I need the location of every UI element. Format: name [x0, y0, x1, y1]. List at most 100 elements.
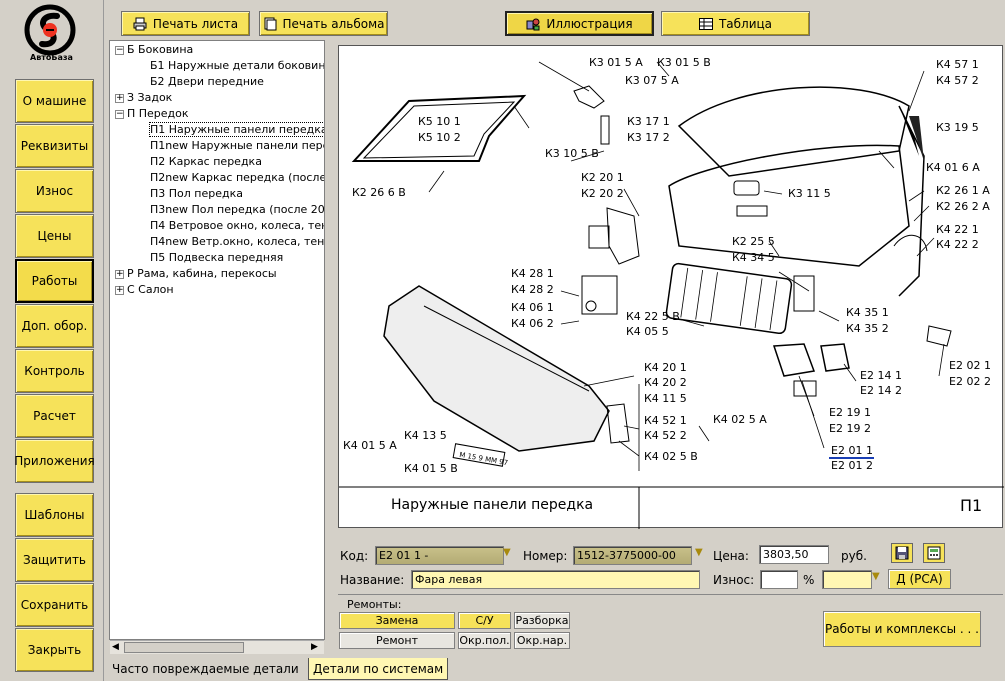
part-label[interactable]: К2 20 1	[581, 172, 624, 184]
expand-icon[interactable]: +	[115, 285, 124, 295]
part-label[interactable]: К4 06 2	[511, 318, 554, 330]
nav-kontrol-button[interactable]: Контроль	[15, 349, 94, 393]
illustration-button[interactable]: Иллюстрация	[505, 11, 654, 36]
repair-okr-nar-button[interactable]: Окр.нар.	[514, 632, 570, 649]
nav-rekvizity-button[interactable]: Реквизиты	[15, 124, 94, 168]
part-label[interactable]: Е2 19 1	[829, 407, 871, 419]
scroll-right-icon[interactable]: ▶	[311, 642, 318, 652]
tab-frequent-parts[interactable]: Часто повреждаемые детали	[108, 658, 303, 680]
tree-node-b1[interactable]: Б1 Наружные детали боковины и	[150, 58, 324, 74]
code-dropdown-icon[interactable]: ▼	[503, 547, 511, 558]
print-sheet-button[interactable]: Печать листа	[121, 11, 250, 36]
part-label[interactable]: К4 22 2	[936, 239, 979, 251]
repair-razborka-button[interactable]: Разборка	[514, 612, 570, 629]
price-field[interactable]: 3803,50	[759, 545, 829, 564]
works-complexes-button[interactable]: Работы и комплексы . . .	[823, 611, 981, 647]
scroll-left-icon[interactable]: ◀	[112, 642, 119, 652]
part-label[interactable]: Е2 01 2	[831, 460, 873, 472]
part-label[interactable]: К4 52 1	[644, 415, 687, 427]
part-label[interactable]: К4 57 2	[936, 75, 979, 87]
part-label[interactable]: К4 34 5	[732, 252, 775, 264]
wear-dropdown-icon[interactable]: ▼	[872, 571, 880, 582]
tab-parts-by-system[interactable]: Детали по системам	[308, 658, 449, 680]
part-label[interactable]: К3 01 5 А	[589, 57, 643, 69]
repair-okr-pol-button[interactable]: Окр.пол.	[458, 632, 511, 649]
part-label[interactable]: Е2 02 1	[949, 360, 991, 372]
part-label[interactable]: К4 20 1	[644, 362, 687, 374]
part-label[interactable]: К3 10 5 В	[545, 148, 599, 160]
part-label[interactable]: К5 10 1	[418, 116, 461, 128]
number-field[interactable]: 1512-3775000-00	[573, 546, 692, 565]
parts-tree[interactable]: −Б Боковина Б1 Наружные детали боковины …	[109, 40, 325, 640]
part-label[interactable]: К3 17 2	[627, 132, 670, 144]
part-label[interactable]: К2 26 2 А	[936, 201, 990, 213]
part-label[interactable]: К4 06 1	[511, 302, 554, 314]
part-label[interactable]: К4 11 5	[644, 393, 687, 405]
part-label[interactable]: К4 22 5 В	[626, 311, 680, 323]
tree-node-peredok[interactable]: − П Передок	[115, 106, 189, 122]
nav-zakryt-button[interactable]: Закрыть	[15, 628, 94, 672]
expand-icon[interactable]: +	[115, 269, 124, 279]
calculator-button[interactable]	[923, 543, 945, 563]
name-field[interactable]: Фара левая	[411, 570, 700, 589]
part-label[interactable]: К2 26 1 А	[936, 185, 990, 197]
tree-node-p2new[interactable]: П2new Каркас передка (после 200	[150, 170, 324, 186]
part-label[interactable]: Е2 02 2	[949, 376, 991, 388]
tree-node-p5[interactable]: П5 Подвеска передняя	[150, 250, 283, 266]
part-label[interactable]: К4 28 2	[511, 284, 554, 296]
part-label[interactable]: К3 17 1	[627, 116, 670, 128]
nav-dop-obor-button[interactable]: Доп. обор.	[15, 304, 94, 348]
tree-node-p2[interactable]: П2 Каркас передка	[150, 154, 262, 170]
part-label[interactable]: К4 35 1	[846, 307, 889, 319]
part-label[interactable]: К4 28 1	[511, 268, 554, 280]
wear-field[interactable]	[760, 570, 798, 589]
part-label-selected[interactable]: Е2 01 1	[831, 445, 873, 457]
tree-node-zadok[interactable]: + З Задок	[115, 90, 172, 106]
collapse-icon[interactable]: −	[115, 109, 124, 119]
tree-node-p1-selected[interactable]: П1 Наружные панели передка	[149, 122, 324, 138]
part-label[interactable]: К2 20 2	[581, 188, 624, 200]
nav-prilozheniya-button[interactable]: Приложения	[14, 439, 95, 483]
nav-shablony-button[interactable]: Шаблоны	[15, 493, 94, 537]
part-label[interactable]: К4 02 5 А	[713, 414, 767, 426]
repair-zamena-button[interactable]: Замена	[339, 612, 455, 629]
part-label[interactable]: Е2 19 2	[829, 423, 871, 435]
save-small-button[interactable]	[891, 543, 913, 563]
part-label[interactable]: К3 01 5 В	[657, 57, 711, 69]
expand-icon[interactable]: +	[115, 93, 124, 103]
part-label[interactable]: К4 57 1	[936, 59, 979, 71]
code-field[interactable]: Е2 01 1 -	[375, 546, 504, 565]
table-button[interactable]: Таблица	[661, 11, 810, 36]
tree-horizontal-scrollbar[interactable]: ◀ ▶	[110, 640, 324, 654]
tree-node-salon[interactable]: + С Салон	[115, 282, 174, 298]
part-label[interactable]: К4 05 5	[626, 326, 669, 338]
tree-node-p4new[interactable]: П4new Ветр.окно, колеса, тент, эл	[150, 234, 324, 250]
nav-sohranit-button[interactable]: Сохранить	[15, 583, 94, 627]
part-label[interactable]: Е2 14 2	[860, 385, 902, 397]
repair-su-button[interactable]: С/У	[458, 612, 511, 629]
tree-node-p1new[interactable]: П1new Наружные панели передка	[150, 138, 324, 154]
nav-o-mashine-button[interactable]: О машине	[15, 79, 94, 123]
tree-node-b2[interactable]: Б2 Двери передние	[150, 74, 264, 90]
wear-select[interactable]	[822, 570, 872, 589]
tree-node-bokovina[interactable]: − Б Боковина	[115, 42, 193, 58]
number-dropdown-icon[interactable]: ▼	[695, 547, 703, 558]
tree-node-p3[interactable]: П3 Пол передка	[150, 186, 243, 202]
part-label[interactable]: К3 11 5	[788, 188, 831, 200]
part-label[interactable]: К4 52 2	[644, 430, 687, 442]
part-label[interactable]: К4 20 2	[644, 377, 687, 389]
part-label[interactable]: К4 01 5 А	[343, 440, 397, 452]
nav-iznos-button[interactable]: Износ	[15, 169, 94, 213]
part-label[interactable]: К4 01 5 В	[404, 463, 458, 475]
nav-ceny-button[interactable]: Цены	[15, 214, 94, 258]
part-label[interactable]: К3 07 5 А	[625, 75, 679, 87]
nav-raboty-button[interactable]: Работы	[15, 259, 94, 303]
nav-raschet-button[interactable]: Расчет	[15, 394, 94, 438]
tree-node-p3new[interactable]: П3new Пол передка (после 2003 г	[150, 202, 324, 218]
tree-node-p4[interactable]: П4 Ветровое окно, колеса, тент, э	[150, 218, 324, 234]
scroll-thumb[interactable]	[124, 642, 244, 653]
collapse-icon[interactable]: −	[115, 45, 124, 55]
repair-remont-button[interactable]: Ремонт	[339, 632, 455, 649]
d-rsa-button[interactable]: Д (РСА)	[888, 569, 951, 589]
part-label[interactable]: К4 01 6 А	[926, 162, 980, 174]
